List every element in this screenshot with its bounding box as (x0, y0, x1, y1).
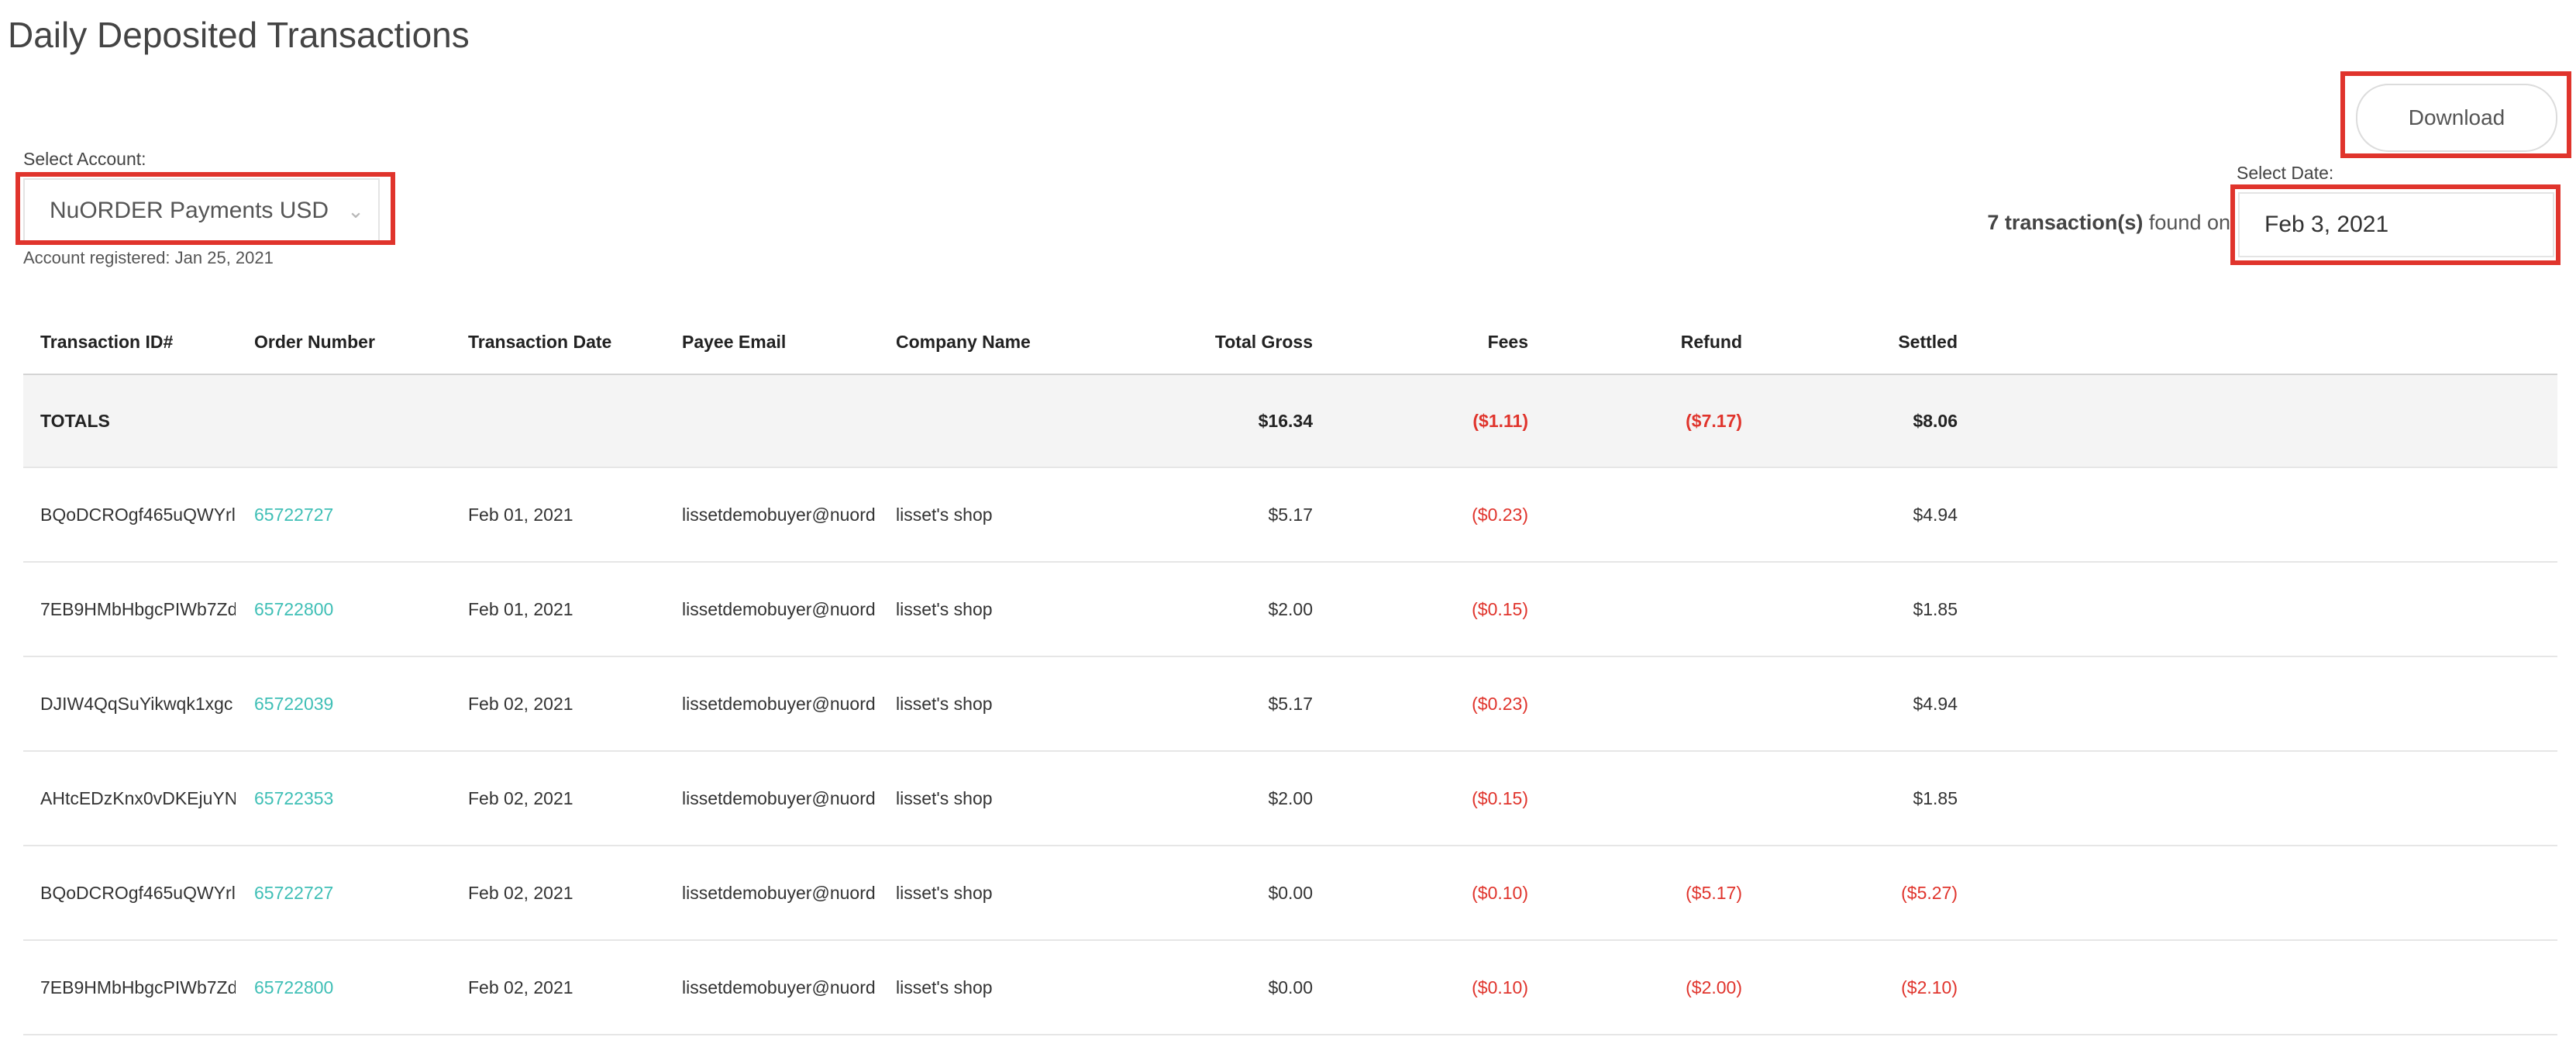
fees: ($0.15) (1472, 787, 1528, 808)
table-row: DJIW4QqSuYikwqk1xgc 65722039 Feb 02, 202… (23, 657, 2557, 752)
refund: ($5.17) (1686, 882, 1742, 903)
totals-settled: $8.06 (1913, 410, 1958, 431)
totals-label: TOTALS (40, 410, 110, 431)
found-on-text: found on (2148, 211, 2230, 234)
order-number-link[interactable]: 65722727 (254, 468, 448, 561)
total-gross: $5.17 (1268, 693, 1313, 714)
settled: $4.94 (1913, 504, 1958, 525)
transactions-table: Transaction ID# Order Number Transaction… (23, 310, 2557, 1035)
table-row: BQoDCROgf465uQWYrl 65722727 Feb 01, 2021… (23, 468, 2557, 563)
company-name: lisset's shop (896, 787, 993, 808)
fees: ($0.10) (1472, 977, 1528, 997)
order-number-link[interactable]: 65722800 (254, 563, 448, 656)
payee-email: lissetdemobuyer@nuorder.com (682, 693, 876, 714)
payee-email: lissetdemobuyer@nuorder.com (682, 882, 876, 903)
total-gross: $0.00 (1268, 882, 1313, 903)
company-name: lisset's shop (896, 977, 993, 997)
transaction-date: Feb 02, 2021 (468, 977, 573, 997)
totals-gross: $16.34 (1258, 410, 1313, 431)
transaction-count: 7 transaction(s) (1987, 211, 2144, 234)
payee-email: lissetdemobuyer@nuorder.com (682, 504, 876, 525)
total-gross: $5.17 (1268, 504, 1313, 525)
settled: $1.85 (1913, 598, 1958, 619)
account-registered: Account registered: Jan 25, 2021 (23, 248, 274, 267)
refund (1547, 563, 1742, 656)
transaction-date: Feb 02, 2021 (468, 693, 573, 714)
transaction-date: Feb 01, 2021 (468, 598, 573, 619)
refund (1547, 657, 1742, 750)
fees: ($0.10) (1472, 882, 1528, 903)
page-title: Daily Deposited Transactions (8, 15, 470, 55)
header-transaction-date: Transaction Date (468, 331, 612, 352)
transaction-id: 7EB9HMbHbgcPIWb7Zd (40, 598, 236, 619)
payee-email: lissetdemobuyer@nuorder.com (682, 977, 876, 997)
company-name: lisset's shop (896, 882, 993, 903)
order-number-link[interactable]: 65722800 (254, 941, 448, 1034)
payee-email: lissetdemobuyer@nuorder.com (682, 598, 876, 619)
table-row: BQoDCROgf465uQWYrl 65722727 Feb 02, 2021… (23, 846, 2557, 941)
transaction-date: Feb 02, 2021 (468, 787, 573, 808)
refund (1547, 752, 1742, 845)
transaction-id: AHtcEDzKnx0vDKEjuYN (40, 787, 236, 808)
settled: $4.94 (1913, 693, 1958, 714)
fees: ($0.23) (1472, 504, 1528, 525)
total-gross: $2.00 (1268, 598, 1313, 619)
totals-fees: ($1.11) (1472, 410, 1528, 431)
header-refund: Refund (1680, 331, 1742, 352)
total-gross: $2.00 (1268, 787, 1313, 808)
transaction-id: DJIW4QqSuYikwqk1xgc (40, 693, 233, 714)
chevron-down-icon: ⌄ (347, 198, 364, 222)
totals-row: TOTALS $16.34 ($1.11) ($7.17) $8.06 (23, 375, 2557, 468)
date-input[interactable]: Feb 3, 2021 (2238, 192, 2554, 257)
header-transaction-id: Transaction ID# (40, 331, 174, 352)
header-order-number: Order Number (254, 331, 375, 352)
order-number-link[interactable]: 65722353 (254, 752, 448, 845)
refund: ($2.00) (1686, 977, 1742, 997)
company-name: lisset's shop (896, 598, 993, 619)
header-settled: Settled (1898, 331, 1958, 352)
account-select[interactable]: NuORDER Payments USD ⌄ (23, 178, 380, 243)
totals-refund: ($7.17) (1686, 410, 1742, 431)
transaction-id: BQoDCROgf465uQWYrl (40, 504, 236, 525)
order-number-link[interactable]: 65722727 (254, 846, 448, 939)
header-fees: Fees (1487, 331, 1528, 352)
transaction-id: BQoDCROgf465uQWYrl (40, 882, 236, 903)
fees: ($0.15) (1472, 598, 1528, 619)
header-payee-email: Payee Email (682, 331, 787, 352)
order-number-link[interactable]: 65722039 (254, 657, 448, 750)
transactions-found: 7 transaction(s) found on (1987, 211, 2230, 235)
date-label: Select Date: (2237, 163, 2334, 183)
settled: ($5.27) (1901, 882, 1958, 903)
transaction-date: Feb 01, 2021 (468, 504, 573, 525)
header-company-name: Company Name (896, 331, 1031, 352)
transaction-date: Feb 02, 2021 (468, 882, 573, 903)
settled: ($2.10) (1901, 977, 1958, 997)
account-label: Select Account: (23, 149, 146, 169)
table-header: Transaction ID# Order Number Transaction… (23, 310, 2557, 375)
table-row: 7EB9HMbHbgcPIWb7Zd 65722800 Feb 01, 2021… (23, 563, 2557, 657)
table-row: AHtcEDzKnx0vDKEjuYN 65722353 Feb 02, 202… (23, 752, 2557, 846)
refund (1547, 468, 1742, 561)
download-button[interactable]: Download (2356, 84, 2557, 152)
table-row: 7EB9HMbHbgcPIWb7Zd 65722800 Feb 02, 2021… (23, 941, 2557, 1035)
header-total-gross: Total Gross (1214, 331, 1313, 352)
company-name: lisset's shop (896, 504, 993, 525)
company-name: lisset's shop (896, 693, 993, 714)
transaction-id: 7EB9HMbHbgcPIWb7Zd (40, 977, 236, 997)
account-select-value: NuORDER Payments USD (50, 198, 329, 223)
settled: $1.85 (1913, 787, 1958, 808)
payee-email: lissetdemobuyer@nuorder.com (682, 787, 876, 808)
fees: ($0.23) (1472, 693, 1528, 714)
total-gross: $0.00 (1268, 977, 1313, 997)
